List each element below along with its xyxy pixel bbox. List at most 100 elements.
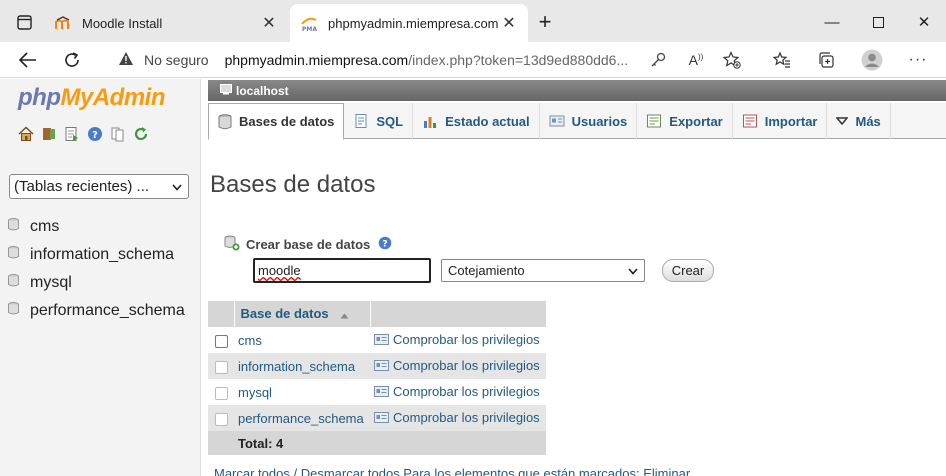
close-window-icon[interactable]: ✕	[910, 8, 938, 36]
table-row: mysql Comprobar los privilegios	[208, 379, 546, 405]
tab-sql[interactable]: SQL	[344, 103, 414, 139]
key-icon[interactable]	[646, 48, 670, 72]
check-privileges-link[interactable]: Comprobar los privilegios	[374, 358, 540, 373]
security-label: No seguro	[144, 52, 209, 68]
database-link[interactable]: cms	[234, 327, 370, 353]
browser-tab-moodle[interactable]: Moodle Install ✕	[44, 4, 288, 42]
nav-db-item[interactable]: information_schema	[0, 241, 185, 269]
collation-select[interactable]: Cotejamiento	[441, 259, 645, 282]
menu-dots-icon[interactable]: ···	[906, 48, 930, 72]
nav-db-item[interactable]: cms	[0, 213, 185, 241]
bulk-actions-text[interactable]: Marcar todos / Desmarcar todos Para los …	[214, 466, 690, 476]
chevron-down-icon	[172, 178, 182, 195]
column-header-database[interactable]: Base de datos	[234, 301, 371, 327]
pma-top-menu: Bases de datos SQL Estado actual Usuario…	[208, 103, 946, 140]
sql-icon	[353, 113, 369, 129]
browser-navbar: No seguro phpmyadmin.miempresa.com /inde…	[0, 42, 946, 78]
server-name: localhost	[236, 83, 289, 98]
reload-icon[interactable]	[58, 46, 86, 74]
database-icon	[218, 113, 232, 130]
privileges-icon	[374, 412, 389, 423]
pma-favicon-icon: PMA	[300, 14, 318, 32]
caret-down-icon	[836, 117, 849, 125]
table-row: cms Comprobar los privilegios	[208, 327, 546, 353]
reload-navigation-icon[interactable]	[133, 126, 149, 142]
read-aloud-icon[interactable]: A))	[684, 48, 708, 72]
nav-db-item[interactable]: mysql	[0, 269, 185, 297]
add-favorite-icon[interactable]	[720, 48, 744, 72]
new-tab-button[interactable]: +	[532, 10, 558, 36]
profile-avatar-icon[interactable]	[860, 48, 884, 72]
sql-query-icon[interactable]	[64, 126, 80, 142]
database-name-input[interactable]: moodle	[253, 258, 431, 283]
chevron-down-icon	[628, 263, 638, 278]
database-link[interactable]: information_schema	[234, 353, 370, 379]
url-path: /index.php?token=13d9ed880dd6...	[408, 52, 629, 68]
privileges-icon	[374, 386, 389, 397]
table-row: performance_schema Comprobar los privile…	[208, 405, 546, 431]
minimize-icon[interactable]: —	[818, 8, 846, 36]
status-chart-icon	[422, 113, 438, 129]
database-icon	[8, 246, 20, 264]
database-link[interactable]: performance_schema	[234, 405, 370, 431]
row-checkbox[interactable]	[214, 386, 228, 400]
bulk-actions-bar: Marcar todos / Desmarcar todos Para los …	[214, 466, 690, 476]
page-title: Bases de datos	[210, 171, 376, 198]
tab-databases[interactable]: Bases de datos	[208, 103, 345, 140]
privileges-icon	[374, 360, 389, 371]
svg-text:?: ?	[383, 240, 388, 250]
favorites-icon[interactable]	[770, 48, 794, 72]
row-checkbox[interactable]	[214, 360, 228, 374]
help-icon[interactable]: ?	[87, 126, 103, 142]
svg-text:PMA: PMA	[302, 26, 317, 32]
databases-table: Base de datos cms Comprobar los privileg…	[208, 301, 547, 455]
tab-export[interactable]: Exportar	[637, 103, 733, 139]
import-icon	[742, 113, 758, 129]
svg-text:?: ?	[92, 130, 98, 141]
export-icon	[646, 113, 662, 129]
browser-tab-title: Moodle Install	[82, 15, 163, 31]
check-privileges-link[interactable]: Comprobar los privilegios	[374, 384, 540, 399]
browser-tab-title: phpmyadmin.miempresa.com / l	[328, 15, 500, 31]
users-icon	[549, 114, 565, 128]
tab-users[interactable]: Usuarios	[540, 103, 638, 139]
pma-logo[interactable]: phpMyAdmin	[18, 84, 165, 112]
moodle-favicon-icon	[54, 14, 72, 32]
tab-import[interactable]: Importar	[733, 103, 828, 139]
logout-icon[interactable]	[41, 126, 57, 142]
warning-icon[interactable]	[118, 51, 136, 69]
create-database-button[interactable]: Crear	[662, 259, 714, 282]
close-tab-icon[interactable]: ✕	[500, 13, 518, 33]
check-privileges-link[interactable]: Comprobar los privilegios	[374, 410, 540, 425]
create-database-label: Crear base de datos ?	[224, 235, 392, 254]
maximize-icon[interactable]	[864, 8, 892, 36]
total-count: Total: 4	[234, 431, 370, 455]
home-icon[interactable]	[18, 126, 34, 142]
server-breadcrumb[interactable]: localhost	[208, 80, 946, 101]
tab-actions-icon[interactable]	[10, 8, 38, 36]
row-checkbox[interactable]	[214, 412, 228, 426]
nav-database-list: cms information_schema mysql performance…	[0, 213, 185, 325]
table-row: information_schema Comprobar los privile…	[208, 353, 546, 379]
server-icon	[220, 83, 232, 98]
recent-tables-select[interactable]: (Tablas recientes) ...	[9, 174, 189, 199]
row-checkbox[interactable]	[214, 334, 228, 348]
pma-navigation-panel: phpMyAdmin ? (Tablas recientes) ... cms	[0, 79, 201, 476]
sort-ascending-icon	[340, 307, 349, 322]
tab-status[interactable]: Estado actual	[413, 103, 540, 139]
collections-icon[interactable]	[814, 48, 838, 72]
url-host: phpmyadmin.miempresa.com	[224, 52, 409, 68]
check-privileges-link[interactable]: Comprobar los privilegios	[374, 332, 540, 347]
database-icon	[8, 218, 20, 236]
privileges-icon	[374, 334, 389, 345]
nav-db-item[interactable]: performance_schema	[0, 297, 185, 325]
documentation-icon[interactable]	[110, 126, 126, 142]
browser-tab-phpmyadmin[interactable]: PMA phpmyadmin.miempresa.com / l ✕	[290, 4, 528, 42]
help-icon[interactable]: ?	[378, 236, 392, 253]
close-tab-icon[interactable]: ✕	[260, 13, 278, 33]
back-arrow-icon[interactable]	[14, 46, 42, 74]
database-icon	[8, 302, 20, 320]
database-link[interactable]: mysql	[234, 379, 370, 405]
address-bar[interactable]: No seguro phpmyadmin.miempresa.com /inde…	[110, 45, 680, 75]
tab-more[interactable]: Más	[827, 103, 891, 139]
